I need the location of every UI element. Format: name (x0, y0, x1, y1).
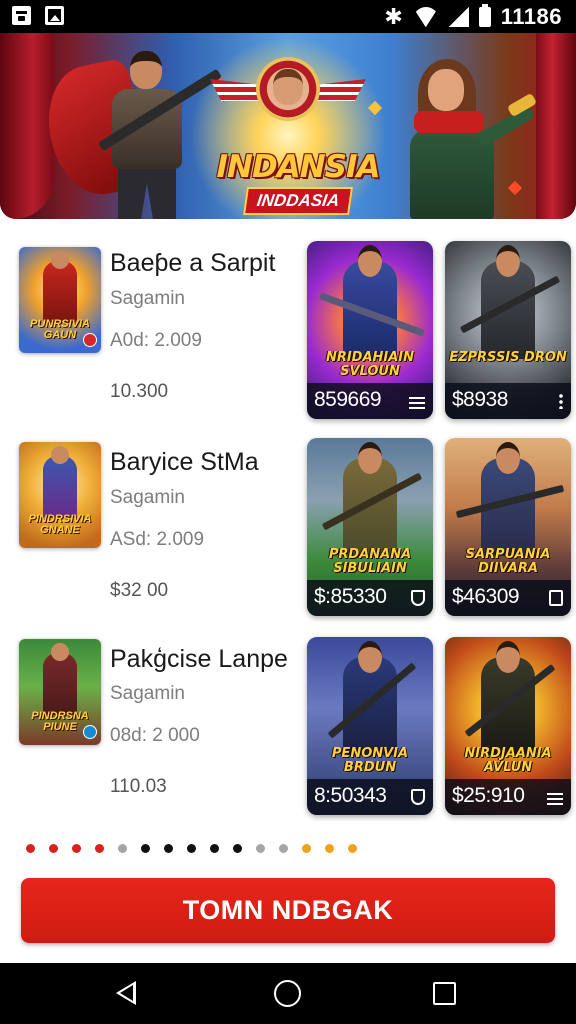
item-price: $32 00 (110, 580, 169, 601)
item-subtitle: Sagamin (110, 683, 185, 704)
banner-subtitle: INDDASIA (242, 187, 354, 215)
game-thumbnail[interactable]: PINDRSIVIA GNANE (19, 442, 101, 548)
primary-action-button[interactable]: TOMN NDBGAK (21, 878, 555, 943)
card-price: $:85330 (314, 585, 387, 608)
more-vert-icon[interactable] (559, 393, 563, 409)
item-date: 08d: 2 000 (110, 725, 200, 746)
shield-icon[interactable] (411, 789, 425, 805)
cart-icon[interactable] (549, 590, 563, 606)
badge-icon (83, 725, 97, 739)
gallery-icon (45, 6, 64, 25)
page-dot[interactable] (26, 844, 35, 853)
game-card[interactable]: PRDANANA SIBULIAIN $:85330 (307, 438, 433, 616)
recents-icon[interactable] (433, 982, 456, 1005)
page-dot[interactable] (256, 844, 265, 853)
settings-icon: ✱ (384, 4, 403, 29)
game-card[interactable]: NRIDAHIAIN SVLOUN 859669 (307, 241, 433, 419)
page-dot[interactable] (325, 844, 334, 853)
menu-icon[interactable] (547, 793, 563, 805)
game-thumbnail[interactable]: PUNRSIVIA GAUN (19, 247, 101, 353)
card-title: EZPRSSIS DRON (449, 350, 567, 365)
page-dot[interactable] (49, 844, 58, 853)
game-card[interactable]: NIRDJAANIA AVLUN $25:910 (445, 637, 571, 815)
item-title[interactable]: Baeƥe a Sarpit (110, 249, 275, 278)
card-title: PENONVIA BRDUN (331, 746, 409, 775)
item-date: ASd: 2.009 (110, 529, 205, 550)
shield-icon[interactable] (411, 590, 425, 606)
badge-icon (83, 333, 97, 347)
item-subtitle: Sagamin (110, 487, 185, 508)
item-title[interactable]: Pakģcise Lanpe (110, 645, 288, 674)
game-card[interactable]: PENONVIA BRDUN 8:50343 (307, 637, 433, 815)
game-card[interactable]: SARPUANIA DIIVARA $46309 (445, 438, 571, 616)
banner-logo: INDANSIA INDDASIA (210, 149, 386, 215)
thumbnail-caption: PINDRSIVIA GNANE (28, 513, 92, 536)
page-dot[interactable] (118, 844, 127, 853)
battery-icon (478, 4, 491, 27)
item-price: 10.300 (110, 381, 169, 402)
card-title: NIRDJAANIA AVLUN (464, 746, 552, 775)
page-dot[interactable] (233, 844, 242, 853)
page-dot[interactable] (164, 844, 173, 853)
game-card[interactable]: EZPRSSIS DRON $8938 (445, 241, 571, 419)
card-title: NRIDAHIAIN SVLOUN (325, 350, 415, 379)
wifi-icon (413, 7, 439, 27)
status-bar: ✱ 11186 (0, 0, 576, 33)
game-thumbnail[interactable]: PINDRSNA PIUNE (19, 639, 101, 745)
emblem-logo (210, 49, 366, 133)
pagination-dots[interactable] (26, 844, 357, 853)
item-subtitle: Sagamin (110, 288, 185, 309)
hero-heroine-art (396, 55, 538, 219)
back-icon[interactable] (116, 981, 136, 1005)
card-price: 859669 (314, 388, 382, 411)
signal-icon (448, 7, 469, 27)
home-icon[interactable] (274, 980, 301, 1007)
menu-icon[interactable] (409, 397, 425, 409)
list-item[interactable]: PINDRSIVIA GNANE Baryice StMa Sagamin AS… (0, 438, 576, 628)
status-time: 11186 (500, 4, 562, 29)
banner-title: INDANSIA (216, 149, 381, 185)
hero-soldier-art (37, 45, 223, 219)
card-price: $46309 (452, 585, 520, 608)
card-price: 8:50343 (314, 784, 387, 807)
page-dot[interactable] (279, 844, 288, 853)
item-date: A0d: 2.009 (110, 330, 202, 351)
page-dot[interactable] (187, 844, 196, 853)
list-item[interactable]: PINDRSNA PIUNE Pakģcise Lanpe Sagamin 08… (0, 637, 576, 827)
item-price: 110.03 (110, 776, 167, 797)
item-title[interactable]: Baryice StMa (110, 448, 259, 477)
card-price: $8938 (452, 388, 508, 411)
promo-banner[interactable]: INDANSIA INDDASIA (0, 33, 576, 219)
page-dot[interactable] (95, 844, 104, 853)
page-dot[interactable] (210, 844, 219, 853)
curtain-right-art (536, 33, 576, 219)
curtain-left-art (0, 33, 54, 219)
page-dot[interactable] (72, 844, 81, 853)
notification-icon (12, 6, 31, 25)
card-title: PRDANANA SIBULIAIN (328, 547, 412, 576)
page-dot[interactable] (141, 844, 150, 853)
list-item[interactable]: PUNRSIVIA GAUN Baeƥe a Sarpit Sagamin A0… (0, 241, 576, 431)
card-title: SARPUANIA DIIVARA (465, 547, 551, 576)
card-price: $25:910 (452, 784, 525, 807)
spark-decoration (367, 100, 383, 116)
page-dot[interactable] (302, 844, 311, 853)
system-nav-bar (0, 963, 576, 1024)
page-dot[interactable] (348, 844, 357, 853)
